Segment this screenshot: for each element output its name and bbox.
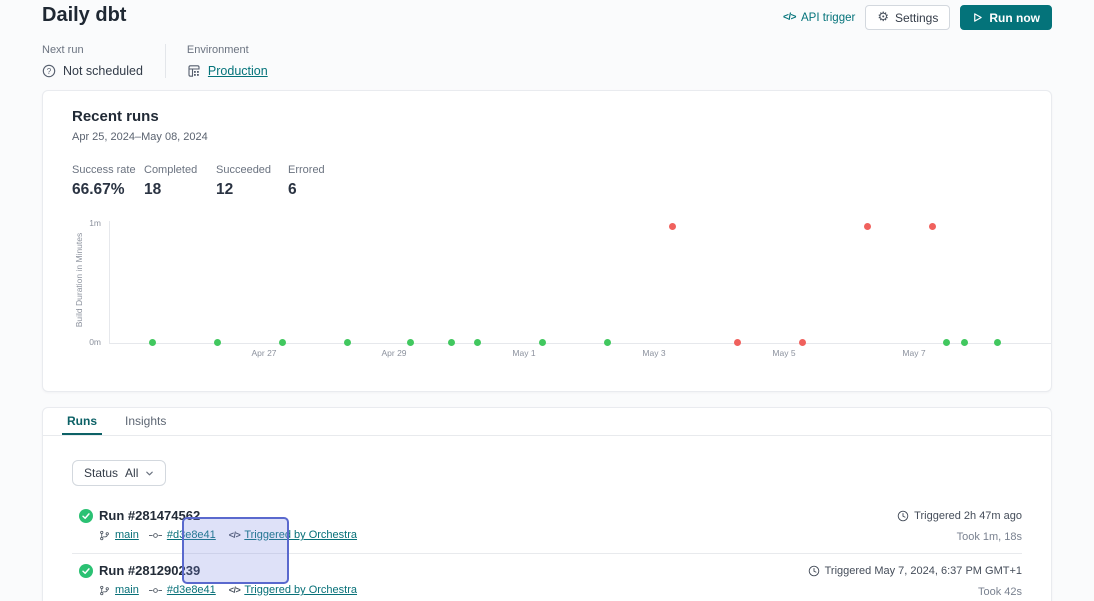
chart-point-succeeded[interactable] <box>448 339 455 346</box>
tab-runs[interactable]: Runs <box>62 408 102 435</box>
git-commit-icon <box>149 586 162 595</box>
top-actions: </> API trigger ⚙ Settings Run now <box>783 2 1052 30</box>
run-now-button[interactable]: Run now <box>960 5 1052 30</box>
environment-label: Environment <box>187 44 268 56</box>
y-tick-label: 0m <box>73 337 101 347</box>
y-axis-label: Build Duration in Minutes <box>74 200 84 360</box>
next-run-value: Not scheduled <box>63 64 143 78</box>
chart-point-succeeded[interactable] <box>149 339 156 346</box>
x-axis-line <box>109 343 1051 344</box>
date-range: Apr 25, 2024–May 08, 2024 <box>72 131 1022 143</box>
run-title: Run #281290239 <box>99 563 357 578</box>
chart-point-errored[interactable] <box>864 223 871 230</box>
chart-point-succeeded[interactable] <box>604 339 611 346</box>
stats-row: Success rate 66.67% Completed 18 Succeed… <box>72 164 1022 199</box>
chart-point-errored[interactable] <box>799 339 806 346</box>
chart-point-errored[interactable] <box>669 223 676 230</box>
run-row[interactable]: Run #281474562 main #d3e8e41 </> <box>72 499 1022 554</box>
y-axis-line <box>109 221 110 344</box>
run-title: Run #281474562 <box>99 508 357 523</box>
status-filter-label: Status <box>84 466 118 480</box>
svg-text:?: ? <box>47 67 52 76</box>
chart-point-errored[interactable] <box>929 223 936 230</box>
trigger-label: Triggered by Orchestra <box>244 584 357 596</box>
api-trigger-label: API trigger <box>801 12 855 24</box>
next-run-label: Next run <box>42 44 143 56</box>
run-list: Run #281474562 main #d3e8e41 </> <box>72 499 1022 601</box>
clock-icon <box>897 510 909 522</box>
chart-point-errored[interactable] <box>734 339 741 346</box>
x-tick-label: May 3 <box>642 348 665 358</box>
clock-icon <box>808 565 820 577</box>
job-meta-row: Next run ? Not scheduled Environment Pro… <box>0 30 1094 78</box>
chevron-down-icon <box>145 469 154 478</box>
git-commit-icon <box>149 531 162 540</box>
commit-link[interactable]: #d3e8e41 <box>167 529 216 541</box>
environment-block: Environment Production <box>165 44 290 78</box>
stat-succeeded: Succeeded 12 <box>216 164 288 199</box>
environment-link[interactable]: Production <box>208 64 268 78</box>
branch-link[interactable]: main <box>115 529 139 541</box>
trigger-link[interactable]: </> Triggered by Orchestra <box>229 584 357 596</box>
git-branch-icon <box>99 530 110 541</box>
status-filter-value: All <box>125 466 138 480</box>
help-circle-icon: ? <box>42 64 56 78</box>
tab-insights[interactable]: Insights <box>120 408 171 435</box>
trigger-link[interactable]: </> Triggered by Orchestra <box>229 529 357 541</box>
settings-label: Settings <box>895 11 938 25</box>
took-text: Took 42s <box>808 586 1022 598</box>
page-title: Daily dbt <box>42 2 126 27</box>
x-tick-label: May 5 <box>772 348 795 358</box>
chart-point-succeeded[interactable] <box>344 339 351 346</box>
code-icon: </> <box>229 530 241 540</box>
recent-runs-card: Recent runs Apr 25, 2024–May 08, 2024 Su… <box>42 90 1052 392</box>
chart-point-succeeded[interactable] <box>994 339 1001 346</box>
trigger-label: Triggered by Orchestra <box>244 529 357 541</box>
chart-point-succeeded[interactable] <box>474 339 481 346</box>
recent-runs-title: Recent runs <box>72 108 1022 125</box>
run-now-label: Run now <box>989 11 1040 25</box>
branch-link[interactable]: main <box>115 584 139 596</box>
runs-card: Runs Insights Status All Run #281474562 <box>42 407 1052 601</box>
y-tick-label: 1m <box>73 218 101 228</box>
check-circle-icon <box>79 564 93 596</box>
tab-bar: Runs Insights <box>43 408 1051 436</box>
took-text: Took 1m, 18s <box>897 531 1022 543</box>
chart-point-succeeded[interactable] <box>961 339 968 346</box>
x-tick-label: May 1 <box>512 348 535 358</box>
api-trigger-link[interactable]: </> API trigger <box>783 12 855 24</box>
x-tick-label: Apr 29 <box>381 348 406 358</box>
chart-point-succeeded[interactable] <box>943 339 950 346</box>
check-circle-icon <box>79 509 93 541</box>
play-icon <box>972 12 983 23</box>
commit-link[interactable]: #d3e8e41 <box>167 584 216 596</box>
top-bar: Daily dbt </> API trigger ⚙ Settings Run… <box>0 0 1094 30</box>
code-icon: </> <box>783 12 796 23</box>
x-tick-label: May 7 <box>902 348 925 358</box>
stat-success-rate: Success rate 66.67% <box>72 164 144 199</box>
stat-errored: Errored 6 <box>288 164 360 199</box>
git-branch-icon <box>99 585 110 596</box>
chart-point-succeeded[interactable] <box>214 339 221 346</box>
chart-point-succeeded[interactable] <box>407 339 414 346</box>
next-run-block: Next run ? Not scheduled <box>42 44 165 78</box>
run-row[interactable]: Run #281290239 main #d3e8e41 </> <box>72 554 1022 601</box>
code-icon: </> <box>229 585 241 595</box>
stat-completed: Completed 18 <box>144 164 216 199</box>
x-tick-label: Apr 27 <box>251 348 276 358</box>
chart-point-succeeded[interactable] <box>539 339 546 346</box>
gear-icon: ⚙ <box>877 11 889 24</box>
triggered-text: Triggered 2h 47m ago <box>914 510 1022 522</box>
triggered-text: Triggered May 7, 2024, 6:37 PM GMT+1 <box>825 565 1022 577</box>
settings-button[interactable]: ⚙ Settings <box>865 5 950 30</box>
status-filter-button[interactable]: Status All <box>72 460 166 486</box>
chart-point-succeeded[interactable] <box>279 339 286 346</box>
database-icon <box>187 64 201 78</box>
